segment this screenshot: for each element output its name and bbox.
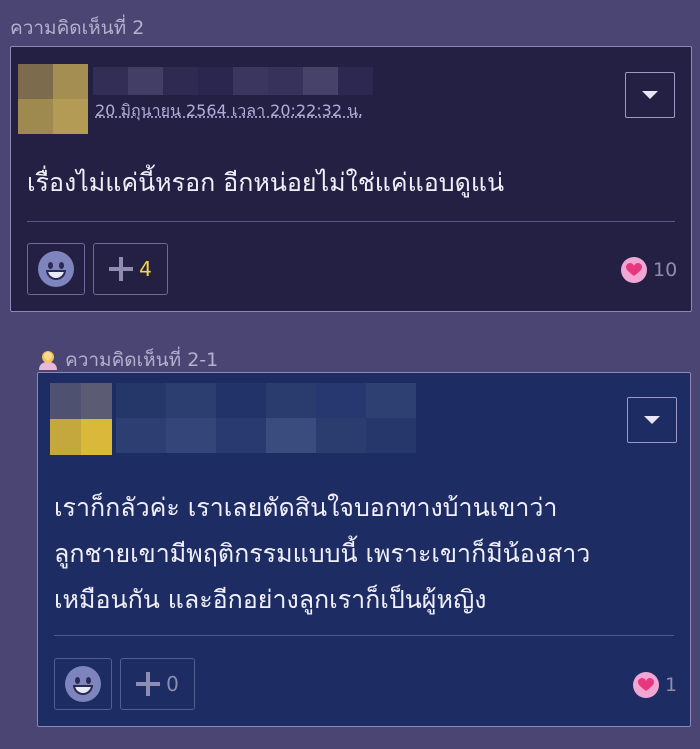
plus-count: 4 (139, 257, 152, 281)
avatar[interactable] (18, 64, 88, 134)
like-button[interactable]: 10 (621, 257, 677, 283)
username-blurred[interactable] (116, 383, 416, 453)
smiley-icon (38, 251, 74, 287)
plus-vote-button[interactable]: 0 (120, 658, 195, 710)
heart-icon (621, 257, 647, 283)
chevron-down-icon (642, 91, 658, 99)
reply-line-3: เหมือนกัน และอีกอย่างลูกเราก็เป็นผู้หญิง (54, 585, 487, 614)
emoji-reaction-button[interactable] (54, 658, 112, 710)
chevron-down-icon (644, 416, 660, 424)
smiley-icon (65, 666, 101, 702)
comment-text: เรื่องไม่แค่นี้หรอก อีกหน่อยไม่ใช่แค่แอบ… (27, 168, 505, 197)
user-icon (37, 349, 59, 371)
like-button[interactable]: 1 (633, 672, 677, 698)
plus-vote-button[interactable]: 4 (93, 243, 168, 295)
reply-card: เราก็กลัวค่ะ เราเลยตัดสินใจบอกทางบ้านเขา… (37, 372, 691, 727)
plus-icon (109, 257, 134, 281)
like-count: 1 (665, 674, 678, 696)
username-blurred[interactable] (93, 67, 373, 95)
comment-label: ความคิดเห็นที่ 2 (10, 13, 144, 43)
divider (27, 221, 675, 222)
comment-date[interactable]: 20 มิถุนายน 2564 เวลา 20:22:32 น. (95, 99, 363, 124)
reply-label: ความคิดเห็นที่ 2-1 (37, 345, 218, 375)
emoji-reaction-button[interactable] (27, 243, 85, 295)
reply-menu-button[interactable] (627, 397, 677, 443)
reply-line-1: เราก็กลัวค่ะ เราเลยตัดสินใจบอกทางบ้านเขา… (54, 493, 558, 522)
avatar[interactable] (50, 383, 112, 455)
plus-count: 0 (166, 672, 179, 696)
heart-icon (633, 672, 659, 698)
comment-menu-button[interactable] (625, 72, 675, 118)
reply-label-text: ความคิดเห็นที่ 2-1 (65, 349, 219, 371)
like-count: 10 (653, 259, 678, 281)
plus-icon (136, 672, 161, 696)
comment-card: 20 มิถุนายน 2564 เวลา 20:22:32 น. เรื่อง… (10, 46, 692, 312)
reply-line-2: ลูกชายเขามีพฤติกรรมแบบนี้ เพราะเขาก็มีน้… (54, 539, 591, 568)
comment-label-text: ความคิดเห็นที่ 2 (10, 17, 145, 39)
divider (54, 635, 674, 636)
